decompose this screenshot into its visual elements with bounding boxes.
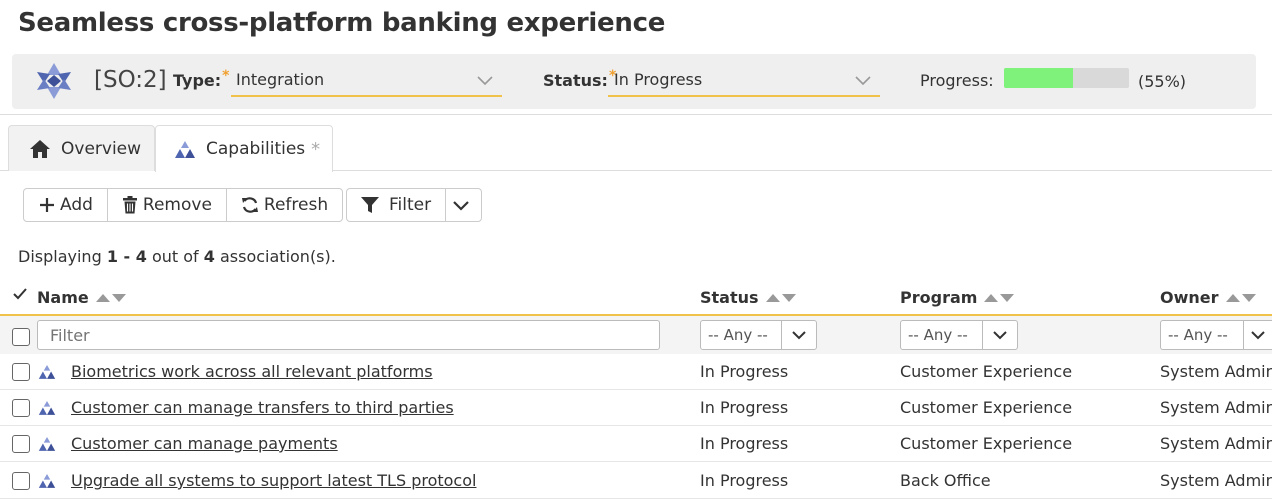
table-row[interactable]: Customer can manage payments In Progress… [0, 426, 1272, 462]
progress-bar [1004, 68, 1129, 88]
chevron-down-icon [1251, 331, 1265, 340]
program-filter-select[interactable]: -- Any -- [900, 320, 1018, 350]
type-value: Integration [236, 70, 325, 89]
row-owner: System Administrator [1160, 471, 1272, 490]
progress-label: Progress: [920, 71, 994, 90]
row-owner: System Administrator [1160, 434, 1272, 453]
sort-icon[interactable] [1225, 293, 1257, 303]
row-owner: System Administrator [1160, 398, 1272, 417]
filter-label: Filter [389, 195, 432, 215]
row-status: In Progress [700, 471, 789, 490]
chevron-down-icon [993, 331, 1007, 340]
owner-filter-value: -- Any -- [1161, 321, 1244, 349]
refresh-button[interactable]: Refresh [227, 189, 342, 221]
row-name-link[interactable]: Biometrics work across all relevant plat… [71, 362, 433, 381]
unsaved-marker: * [311, 138, 321, 160]
row-status: In Progress [700, 434, 789, 453]
sort-icon[interactable] [765, 293, 797, 303]
column-header-status[interactable]: Status [700, 288, 797, 307]
column-program-label: Program [900, 288, 978, 307]
status-label: Status:* [543, 68, 617, 90]
column-owner-label: Owner [1160, 288, 1219, 307]
row-program: Customer Experience [900, 362, 1073, 381]
row-name-link[interactable]: Customer can manage transfers to third p… [71, 398, 454, 417]
filter-button[interactable]: Filter [347, 189, 447, 221]
row-checkbox[interactable] [12, 435, 30, 453]
action-toolbar: Add Remove Refresh [23, 188, 344, 222]
capability-icon [175, 141, 195, 158]
trash-icon [122, 196, 137, 214]
tab-overview-label: Overview [61, 138, 142, 159]
type-label: Type:* [173, 68, 230, 90]
row-program: Customer Experience [900, 398, 1073, 417]
header-bar: [SO:2] Type:* Integration Status:* In Pr… [12, 54, 1256, 109]
row-program: Back Office [900, 471, 991, 490]
table-row[interactable]: Upgrade all systems to support latest TL… [0, 462, 1272, 499]
chevron-down-icon [477, 76, 493, 86]
home-icon [30, 139, 50, 158]
column-name-label: Name [37, 288, 89, 307]
artifact-token: [SO:2] [94, 67, 167, 93]
plus-icon [40, 198, 54, 212]
column-header-owner[interactable]: Owner [1160, 288, 1257, 307]
capability-icon [38, 400, 56, 415]
program-filter-value: -- Any -- [901, 321, 983, 349]
status-filter-value: -- Any -- [701, 321, 782, 349]
tab-overview[interactable]: Overview [8, 125, 155, 171]
refresh-icon [241, 197, 258, 213]
row-program: Customer Experience [900, 434, 1073, 453]
row-name-link[interactable]: Customer can manage payments [71, 434, 338, 453]
remove-button[interactable]: Remove [108, 189, 227, 221]
sort-icon[interactable] [95, 293, 127, 303]
status-value: In Progress [614, 70, 703, 89]
column-header-name[interactable]: Name [37, 288, 127, 307]
table-row[interactable]: Biometrics work across all relevant plat… [0, 354, 1272, 390]
divider [0, 114, 1272, 115]
chevron-down-icon [855, 76, 871, 86]
add-label: Add [60, 195, 93, 215]
type-select[interactable]: Integration [231, 67, 502, 97]
program-logo-icon [37, 63, 71, 99]
row-checkbox[interactable] [12, 363, 30, 381]
column-status-label: Status [700, 288, 759, 307]
row-name-link[interactable]: Upgrade all systems to support latest TL… [71, 471, 476, 490]
row-status: In Progress [700, 362, 789, 381]
owner-filter-select[interactable]: -- Any -- [1160, 320, 1272, 350]
capability-icon [38, 473, 56, 488]
status-filter-select[interactable]: -- Any -- [700, 320, 817, 350]
check-icon[interactable] [12, 287, 28, 301]
grid-header: Name Status Program Owner [0, 284, 1272, 316]
refresh-label: Refresh [263, 195, 329, 215]
row-owner: System Administrator [1160, 362, 1272, 381]
filter-group: Filter [346, 188, 483, 222]
column-header-program[interactable]: Program [900, 288, 1015, 307]
filter-icon [361, 197, 379, 213]
row-checkbox[interactable] [12, 399, 30, 417]
row-checkbox[interactable] [12, 472, 30, 490]
filter-dropdown-button[interactable] [446, 189, 481, 221]
filter-row: -- Any -- -- Any -- -- Any -- [0, 316, 1272, 354]
table-row[interactable]: Customer can manage transfers to third p… [0, 390, 1272, 426]
chevron-down-icon [453, 201, 469, 211]
add-button[interactable]: Add [24, 189, 108, 221]
sort-icon[interactable] [983, 293, 1015, 303]
status-select[interactable]: In Progress [608, 67, 880, 97]
remove-label: Remove [142, 195, 212, 215]
page-title: Seamless cross-platform banking experien… [18, 8, 666, 38]
display-summary: Displaying 1 - 4 out of 4 association(s)… [18, 247, 336, 266]
progress-percent: (55%) [1138, 72, 1187, 91]
row-status: In Progress [700, 398, 789, 417]
name-filter-input[interactable] [37, 320, 660, 350]
tab-capabilities-label: Capabilities [206, 139, 306, 159]
capability-icon [38, 364, 56, 379]
select-all-checkbox[interactable] [12, 328, 30, 346]
chevron-down-icon [792, 331, 806, 340]
tab-capabilities[interactable]: Capabilities * [155, 125, 333, 172]
progress-fill [1004, 68, 1073, 88]
capability-icon [38, 436, 56, 451]
